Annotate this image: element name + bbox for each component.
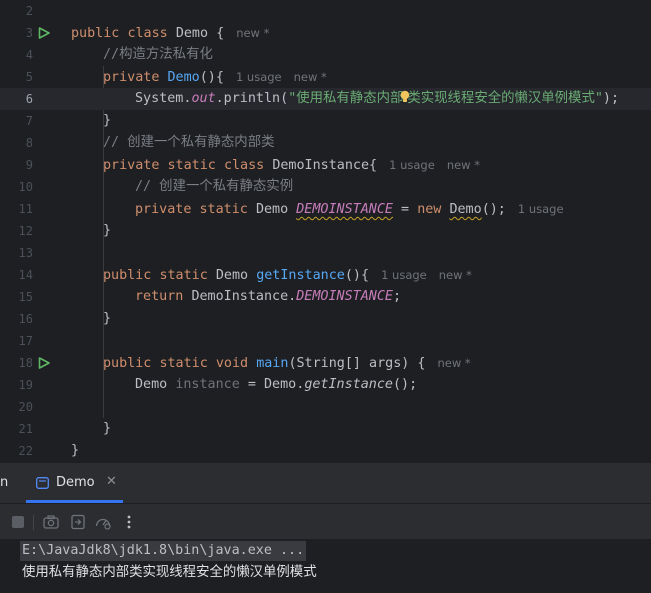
line-number: 3	[25, 26, 33, 40]
code-comment: // 创建一个私有静态实例	[135, 179, 294, 194]
code-line[interactable]: 8 // 创建一个私有静态内部类	[0, 132, 651, 154]
restore-layout-icon[interactable]	[69, 513, 87, 531]
code-line[interactable]: 2	[0, 0, 651, 22]
inlay-hint-usages[interactable]: 1 usage	[236, 70, 282, 84]
code-comment: //构造方法私有化	[103, 47, 213, 62]
inlay-hint-author: new *	[446, 158, 480, 172]
line-number: 11	[18, 202, 33, 216]
tab-label: Demo	[56, 475, 95, 490]
line-number: 12	[18, 224, 33, 238]
line-number: 5	[25, 70, 33, 84]
code-text: System.out.println("使用私有静态内部 类实现线程安全的懒汉单例…	[135, 90, 620, 106]
code-line[interactable]: 4 //构造方法私有化	[0, 44, 651, 66]
code-text: private static class DemoInstance{1 usag…	[103, 158, 480, 173]
line-number: 20	[18, 400, 33, 414]
code-line[interactable]: 5 private Demo(){1 usage new *	[0, 66, 651, 88]
profiler-icon[interactable]	[94, 513, 112, 531]
code-line[interactable]: 9 private static class DemoInstance{1 us…	[0, 154, 651, 176]
code-text: }	[103, 421, 112, 436]
tool-window-title: n	[0, 475, 9, 490]
code-line[interactable]: 11 private static Demo DEMOINSTANCE = ne…	[0, 198, 651, 220]
inlay-hint-usages[interactable]: 1 usage	[518, 202, 564, 216]
code-line[interactable]: 15 return DemoInstance.DEMOINSTANCE;	[0, 286, 651, 308]
line-number: 10	[18, 180, 33, 194]
stop-icon[interactable]	[9, 513, 27, 531]
line-number: 18	[18, 356, 33, 370]
toolbar-separator	[33, 515, 34, 530]
console-output[interactable]: E:\JavaJdk8\jdk1.8\bin\java.exe ... 使用私有…	[0, 539, 651, 593]
line-number: 8	[25, 136, 33, 150]
console-output-line: 使用私有静态内部类实现线程安全的懒汉单例模式	[22, 565, 317, 580]
run-tool-window: n Demo ✕ E:\JavaJdk8\jdk1.8\bin\java.exe…	[0, 462, 651, 593]
line-number: 21	[18, 422, 33, 436]
line-number: 4	[25, 48, 33, 62]
code-text: private static Demo DEMOINSTANCE = new D…	[135, 202, 564, 217]
line-number: 22	[18, 444, 33, 458]
code-line[interactable]: 21 }	[0, 418, 651, 440]
code-text: public static void main(String[] args) {…	[103, 356, 471, 371]
line-number: 14	[18, 268, 33, 282]
tab-demo[interactable]: Demo ✕	[26, 463, 123, 503]
code-line[interactable]: 16 }	[0, 308, 651, 330]
code-text: Demo instance = Demo.getInstance();	[135, 377, 418, 392]
inlay-hint-usages[interactable]: 1 usage	[389, 158, 435, 172]
line-number: 7	[25, 114, 33, 128]
code-line[interactable]: 7 }	[0, 110, 651, 132]
line-number: 6	[25, 92, 33, 106]
code-text: public static Demo getInstance(){1 usage…	[103, 268, 472, 283]
code-text: }	[71, 443, 80, 458]
code-line[interactable]: 20	[0, 396, 651, 418]
inlay-hint-author: new *	[438, 268, 472, 282]
line-number: 15	[18, 290, 33, 304]
inlay-hint-author: new *	[437, 356, 471, 370]
console-icon	[36, 477, 49, 489]
code-text: public class Demo {new *	[71, 26, 270, 41]
code-line[interactable]: 17	[0, 330, 651, 352]
inlay-hint-author: new *	[236, 26, 270, 40]
code-line[interactable]: 14 public static Demo getInstance(){1 us…	[0, 264, 651, 286]
code-comment: // 创建一个私有静态内部类	[103, 135, 275, 150]
console-command-line[interactable]: E:\JavaJdk8\jdk1.8\bin\java.exe ...	[20, 541, 307, 561]
code-line[interactable]: 13	[0, 242, 651, 264]
line-number: 17	[18, 334, 33, 348]
run-gutter-icon[interactable]	[38, 27, 50, 39]
code-text: private Demo(){1 usage new *	[103, 70, 327, 85]
code-line[interactable]: 18 public static void main(String[] args…	[0, 352, 651, 374]
code-line[interactable]: 3 public class Demo {new *	[0, 22, 651, 44]
code-line-current[interactable]: 6 System.out.println("使用私有静态内部 类实现线程安全的懒汉…	[0, 88, 651, 110]
run-toolbar	[0, 504, 651, 539]
camera-icon[interactable]	[42, 513, 60, 531]
run-tab-strip: n Demo ✕	[0, 463, 651, 503]
inlay-hint-usages[interactable]: 1 usage	[381, 268, 427, 282]
code-text: return DemoInstance.DEMOINSTANCE;	[135, 289, 402, 304]
code-line[interactable]: 19 Demo instance = Demo.getInstance();	[0, 374, 651, 396]
close-icon[interactable]: ✕	[106, 474, 117, 489]
more-icon[interactable]	[120, 513, 138, 531]
code-editor[interactable]: 2 3 public class Demo {new * 4 //构造方法私有化…	[0, 0, 651, 462]
code-text: }	[103, 113, 112, 128]
line-number: 13	[18, 246, 33, 260]
run-gutter-icon[interactable]	[38, 357, 50, 369]
line-number: 19	[18, 378, 33, 392]
line-number: 16	[18, 312, 33, 326]
line-number: 2	[25, 4, 33, 18]
code-text: }	[103, 311, 112, 326]
code-text: }	[103, 223, 112, 238]
line-number: 9	[25, 158, 33, 172]
code-line[interactable]: 12 }	[0, 220, 651, 242]
code-line[interactable]: 22 }	[0, 440, 651, 462]
code-line[interactable]: 10 // 创建一个私有静态实例	[0, 176, 651, 198]
inlay-hint-author: new *	[293, 70, 327, 84]
